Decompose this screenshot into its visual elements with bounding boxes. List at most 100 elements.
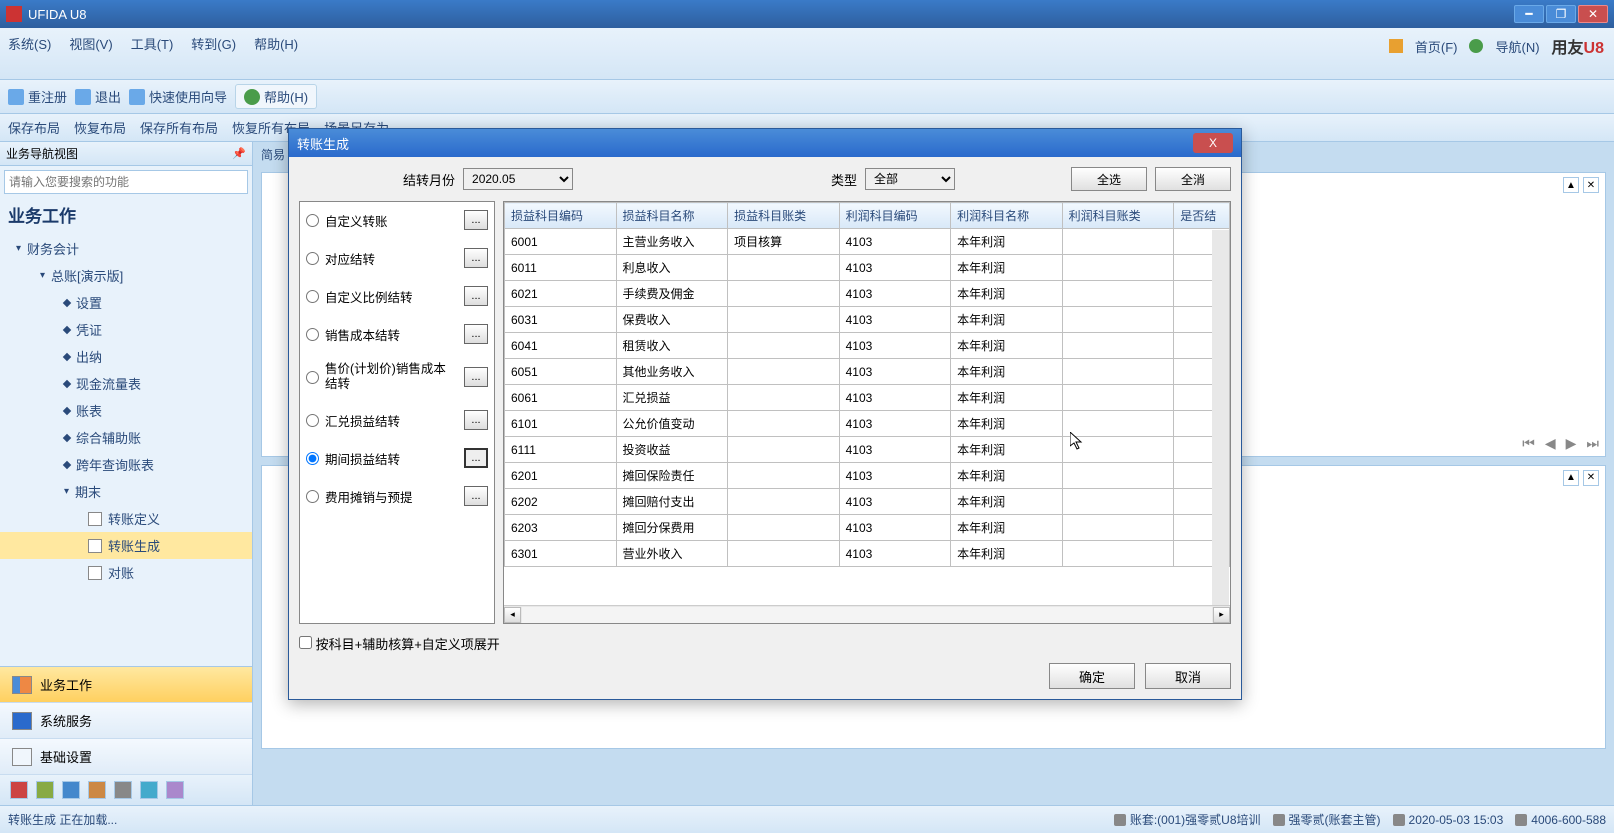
maximize-button[interactable]: ❐ bbox=[1546, 5, 1576, 23]
table-row[interactable]: 6101公允价值变动4103本年利润 bbox=[505, 411, 1230, 437]
table-cell[interactable]: 4103 bbox=[839, 437, 951, 463]
table-cell[interactable]: 本年利润 bbox=[951, 307, 1063, 333]
table-row[interactable]: 6001主营业务收入项目核算4103本年利润 bbox=[505, 229, 1230, 255]
radio-corresponding[interactable]: 对应结转... bbox=[306, 248, 488, 268]
table-cell[interactable]: 摊回分保费用 bbox=[616, 515, 728, 541]
table-cell[interactable]: 6201 bbox=[505, 463, 617, 489]
nav-first-icon[interactable]: ⏮ bbox=[1522, 435, 1535, 452]
sidebar-mini-icon[interactable] bbox=[166, 781, 184, 799]
table-cell[interactable]: 本年利润 bbox=[951, 411, 1063, 437]
panel-close-icon[interactable]: ✕ bbox=[1583, 470, 1599, 486]
minimize-button[interactable]: ━ bbox=[1514, 5, 1544, 23]
table-cell[interactable]: 4103 bbox=[839, 229, 951, 255]
table-cell[interactable]: 本年利润 bbox=[951, 515, 1063, 541]
table-row[interactable]: 6051其他业务收入4103本年利润 bbox=[505, 359, 1230, 385]
table-cell[interactable] bbox=[1062, 411, 1174, 437]
horizontal-scrollbar[interactable]: ◂ ▸ bbox=[504, 605, 1230, 623]
table-cell[interactable] bbox=[728, 515, 840, 541]
table-cell[interactable]: 本年利润 bbox=[951, 281, 1063, 307]
table-cell[interactable]: 4103 bbox=[839, 515, 951, 541]
table-cell[interactable]: 4103 bbox=[839, 489, 951, 515]
table-cell[interactable]: 摊回保险责任 bbox=[616, 463, 728, 489]
table-cell[interactable] bbox=[728, 255, 840, 281]
table-cell[interactable]: 6301 bbox=[505, 541, 617, 567]
type-select[interactable]: 全部 bbox=[865, 168, 955, 190]
table-cell[interactable]: 6203 bbox=[505, 515, 617, 541]
nav-prev-icon[interactable]: ◀ bbox=[1545, 435, 1556, 452]
tree-item-transfer-def[interactable]: 转账定义 bbox=[0, 505, 252, 532]
table-cell[interactable]: 6041 bbox=[505, 333, 617, 359]
table-cell[interactable]: 手续费及佣金 bbox=[616, 281, 728, 307]
tree-item-voucher[interactable]: 凭证 bbox=[0, 316, 252, 343]
exit-button[interactable]: 退出 bbox=[75, 87, 121, 106]
table-row[interactable]: 6061汇兑损益4103本年利润 bbox=[505, 385, 1230, 411]
col-pl-name[interactable]: 损益科目名称 bbox=[616, 203, 728, 229]
menu-view[interactable]: 视图(V) bbox=[69, 34, 112, 53]
ellipsis-button[interactable]: ... bbox=[464, 448, 488, 468]
close-button[interactable]: ✕ bbox=[1578, 5, 1608, 23]
scroll-left-icon[interactable]: ◂ bbox=[504, 607, 521, 623]
sidebar-btn-business[interactable]: 业务工作 bbox=[0, 667, 252, 703]
ellipsis-button[interactable]: ... bbox=[464, 324, 488, 344]
sidebar-mini-icon[interactable] bbox=[114, 781, 132, 799]
menu-goto[interactable]: 转到(G) bbox=[191, 34, 236, 53]
table-cell[interactable]: 6101 bbox=[505, 411, 617, 437]
table-cell[interactable] bbox=[728, 307, 840, 333]
table-cell[interactable] bbox=[728, 437, 840, 463]
table-row[interactable]: 6202摊回赔付支出4103本年利润 bbox=[505, 489, 1230, 515]
ellipsis-button[interactable]: ... bbox=[464, 367, 488, 387]
table-cell[interactable]: 6001 bbox=[505, 229, 617, 255]
dialog-titlebar[interactable]: 转账生成 X bbox=[289, 129, 1241, 157]
table-scroll[interactable]: 损益科目编码 损益科目名称 损益科目账类 利润科目编码 利润科目名称 利润科目账… bbox=[504, 202, 1230, 605]
table-cell[interactable] bbox=[1062, 333, 1174, 359]
tree-item-cashflow[interactable]: 现金流量表 bbox=[0, 370, 252, 397]
table-cell[interactable] bbox=[728, 281, 840, 307]
ellipsis-button[interactable]: ... bbox=[464, 486, 488, 506]
tree-item-finance[interactable]: ▾财务会计 bbox=[0, 235, 252, 262]
table-cell[interactable] bbox=[1062, 281, 1174, 307]
table-cell[interactable]: 汇兑损益 bbox=[616, 385, 728, 411]
sidebar-mini-icon[interactable] bbox=[140, 781, 158, 799]
table-cell[interactable] bbox=[1062, 359, 1174, 385]
tree-item-reconcile[interactable]: 对账 bbox=[0, 559, 252, 586]
table-cell[interactable] bbox=[1062, 489, 1174, 515]
table-cell[interactable]: 4103 bbox=[839, 359, 951, 385]
panel-close-icon[interactable]: ✕ bbox=[1583, 177, 1599, 193]
table-cell[interactable]: 4103 bbox=[839, 541, 951, 567]
save-layout-button[interactable]: 保存布局 bbox=[8, 118, 60, 137]
tree-item-aux[interactable]: 综合辅助账 bbox=[0, 424, 252, 451]
search-input[interactable] bbox=[4, 170, 248, 194]
table-row[interactable]: 6031保费收入4103本年利润 bbox=[505, 307, 1230, 333]
ellipsis-button[interactable]: ... bbox=[464, 248, 488, 268]
save-all-layout-button[interactable]: 保存所有布局 bbox=[140, 118, 218, 137]
radio-custom-transfer[interactable]: 自定义转账... bbox=[306, 210, 488, 230]
table-cell[interactable]: 摊回赔付支出 bbox=[616, 489, 728, 515]
tree-item-periodend[interactable]: ▾期末 bbox=[0, 478, 252, 505]
ellipsis-button[interactable]: ... bbox=[464, 286, 488, 306]
table-row[interactable]: 6011利息收入4103本年利润 bbox=[505, 255, 1230, 281]
table-cell[interactable] bbox=[1062, 255, 1174, 281]
tree-item-crossyear[interactable]: 跨年查询账表 bbox=[0, 451, 252, 478]
table-cell[interactable] bbox=[728, 411, 840, 437]
table-cell[interactable] bbox=[728, 489, 840, 515]
content-tab-label[interactable]: 简易 bbox=[261, 146, 285, 163]
sidebar-mini-icon[interactable] bbox=[10, 781, 28, 799]
sidebar-btn-settings[interactable]: 基础设置 bbox=[0, 739, 252, 775]
table-cell[interactable]: 本年利润 bbox=[951, 255, 1063, 281]
col-pl-code[interactable]: 损益科目编码 bbox=[505, 203, 617, 229]
restore-layout-button[interactable]: 恢复布局 bbox=[74, 118, 126, 137]
table-cell[interactable] bbox=[1062, 437, 1174, 463]
sidebar-btn-system[interactable]: 系统服务 bbox=[0, 703, 252, 739]
panel-collapse-icon[interactable]: ▲ bbox=[1563, 470, 1579, 486]
table-cell[interactable] bbox=[1062, 229, 1174, 255]
ellipsis-button[interactable]: ... bbox=[464, 210, 488, 230]
table-cell[interactable]: 6011 bbox=[505, 255, 617, 281]
table-cell[interactable]: 本年利润 bbox=[951, 541, 1063, 567]
radio-expense-amort[interactable]: 费用摊销与预提... bbox=[306, 486, 488, 506]
nav-link[interactable]: 导航(N) bbox=[1495, 37, 1539, 56]
table-cell[interactable]: 其他业务收入 bbox=[616, 359, 728, 385]
table-cell[interactable] bbox=[1062, 463, 1174, 489]
table-cell[interactable]: 4103 bbox=[839, 255, 951, 281]
table-row[interactable]: 6203摊回分保费用 4103本年利润 bbox=[505, 515, 1230, 541]
table-cell[interactable]: 6061 bbox=[505, 385, 617, 411]
